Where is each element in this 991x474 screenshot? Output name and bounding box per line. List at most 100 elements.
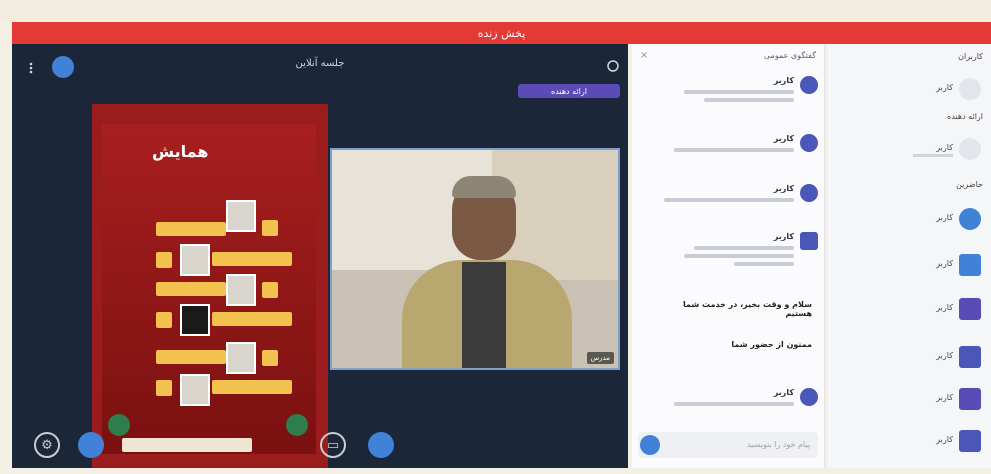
participant-avatar bbox=[959, 254, 981, 276]
screen-share-button[interactable]: ▭ bbox=[320, 432, 346, 458]
chat-message: کاربر bbox=[638, 184, 818, 224]
presenter-tag-label: ارائه دهنده bbox=[551, 86, 587, 96]
participant-avatar bbox=[959, 298, 981, 320]
user-avatar bbox=[800, 388, 818, 406]
message-text bbox=[684, 90, 794, 94]
participants-header: کاربران bbox=[958, 52, 983, 61]
message-text bbox=[674, 402, 794, 406]
chat-message: کاربر bbox=[638, 388, 818, 424]
participant-avatar bbox=[959, 138, 981, 160]
chat-message: کاربر bbox=[638, 76, 818, 120]
presenter-shirt bbox=[462, 262, 506, 368]
participant-name: کاربر bbox=[936, 143, 953, 152]
message-text-bold: ممنون از حضور شما bbox=[731, 340, 812, 349]
participant-item[interactable]: کاربر bbox=[828, 294, 991, 324]
poster-photo bbox=[226, 342, 256, 374]
poster-background: همایش bbox=[102, 124, 316, 454]
poster-row bbox=[212, 252, 292, 266]
participant-item[interactable]: کاربر bbox=[828, 204, 991, 234]
participant-name: کاربر bbox=[936, 303, 953, 312]
user-avatar bbox=[800, 134, 818, 152]
poster-badge bbox=[156, 252, 172, 268]
settings-icon[interactable] bbox=[606, 58, 620, 72]
poster-badge bbox=[262, 220, 278, 236]
participant-avatar bbox=[959, 208, 981, 230]
user-avatar bbox=[800, 76, 818, 94]
chat-panel: × گفتگوی عمومی کاربر کاربر کاربر کاربر س… bbox=[632, 44, 825, 468]
poster-photo bbox=[180, 374, 210, 406]
poster-photo bbox=[180, 304, 210, 336]
participant-name: کاربر bbox=[936, 259, 953, 268]
user-avatar bbox=[800, 232, 818, 250]
participant-name: کاربر bbox=[936, 213, 953, 222]
camera-button[interactable] bbox=[368, 432, 394, 458]
poster-photo bbox=[226, 274, 256, 306]
message-author: کاربر bbox=[773, 134, 794, 143]
poster-footer bbox=[122, 438, 252, 452]
message-author: کاربر bbox=[773, 76, 794, 85]
poster-badge bbox=[156, 312, 172, 328]
chat-message: سلام و وقت بخیر، در خدمت شما هستیم bbox=[638, 300, 818, 340]
participant-item[interactable]: کاربر bbox=[828, 384, 991, 414]
participant-avatar bbox=[959, 78, 981, 100]
message-author: کاربر bbox=[773, 184, 794, 193]
user-avatar bbox=[800, 184, 818, 202]
poster-photo bbox=[180, 244, 210, 276]
message-text bbox=[674, 148, 794, 152]
participant-item[interactable]: کاربر bbox=[828, 250, 991, 280]
poster-row bbox=[212, 380, 292, 394]
chat-message: ممنون از حضور شما bbox=[638, 340, 818, 376]
participant-item[interactable]: کاربر bbox=[828, 74, 991, 104]
participant-avatar bbox=[959, 430, 981, 452]
participant-name: کاربر bbox=[936, 435, 953, 444]
section-attendees: حاضرین bbox=[956, 180, 983, 189]
poster-decoration bbox=[286, 414, 308, 436]
participant-item[interactable]: کاربر bbox=[828, 134, 991, 164]
chat-header: × گفتگوی عمومی bbox=[632, 44, 824, 66]
message-text bbox=[694, 246, 794, 250]
presenter-tag: ارائه دهنده bbox=[518, 84, 620, 98]
chat-input-placeholder: پیام خود را بنویسید bbox=[746, 440, 810, 449]
message-author: کاربر bbox=[773, 388, 794, 397]
participant-name: کاربر bbox=[936, 393, 953, 402]
presentation-stage: جلسه آنلاین ارائه دهنده همایش مدرس ⚙ ▭ bbox=[12, 44, 628, 468]
live-banner-title: پخش زنده bbox=[477, 26, 526, 40]
message-text-bold: سلام و وقت بخیر، در خدمت شما هستیم bbox=[683, 300, 812, 318]
participant-status bbox=[913, 154, 953, 157]
poster-row bbox=[156, 282, 226, 296]
participant-item[interactable]: کاربر bbox=[828, 342, 991, 372]
message-text bbox=[704, 98, 794, 102]
poster-badge bbox=[262, 282, 278, 298]
participant-item[interactable]: کاربر bbox=[828, 426, 991, 456]
stage-title: جلسه آنلاین bbox=[295, 58, 345, 69]
menu-dots-icon[interactable] bbox=[28, 60, 34, 74]
chat-title: گفتگوی عمومی bbox=[763, 50, 816, 60]
settings-control-button[interactable]: ⚙ bbox=[34, 432, 60, 458]
chat-close-icon[interactable]: × bbox=[640, 50, 648, 61]
mic-button[interactable] bbox=[78, 432, 104, 458]
presenter-video: مدرس bbox=[330, 148, 620, 370]
participants-panel: کاربران ارائه دهنده حاضرین کاربر کاربر ک… bbox=[828, 44, 991, 468]
poster-row bbox=[156, 222, 226, 236]
send-button[interactable] bbox=[640, 435, 660, 455]
poster-photo bbox=[226, 200, 256, 232]
profile-icon[interactable] bbox=[52, 56, 74, 78]
top-strip bbox=[0, 0, 991, 22]
chat-message: کاربر bbox=[638, 134, 818, 174]
poster-row bbox=[156, 350, 226, 364]
participant-name: کاربر bbox=[936, 83, 953, 92]
presenter-hair bbox=[452, 176, 516, 198]
live-banner: پخش زنده bbox=[12, 22, 991, 44]
message-author: کاربر bbox=[773, 232, 794, 241]
message-text bbox=[684, 254, 794, 258]
participant-name: کاربر bbox=[936, 351, 953, 360]
participant-avatar bbox=[959, 388, 981, 410]
section-presenter: ارائه دهنده bbox=[947, 112, 983, 121]
message-text bbox=[734, 262, 794, 266]
poster-headline: همایش bbox=[152, 142, 209, 161]
poster-row bbox=[212, 312, 292, 326]
video-caption: مدرس bbox=[586, 352, 614, 364]
chat-input[interactable]: پیام خود را بنویسید bbox=[638, 432, 818, 458]
participant-avatar bbox=[959, 346, 981, 368]
chat-message: کاربر bbox=[638, 232, 818, 282]
